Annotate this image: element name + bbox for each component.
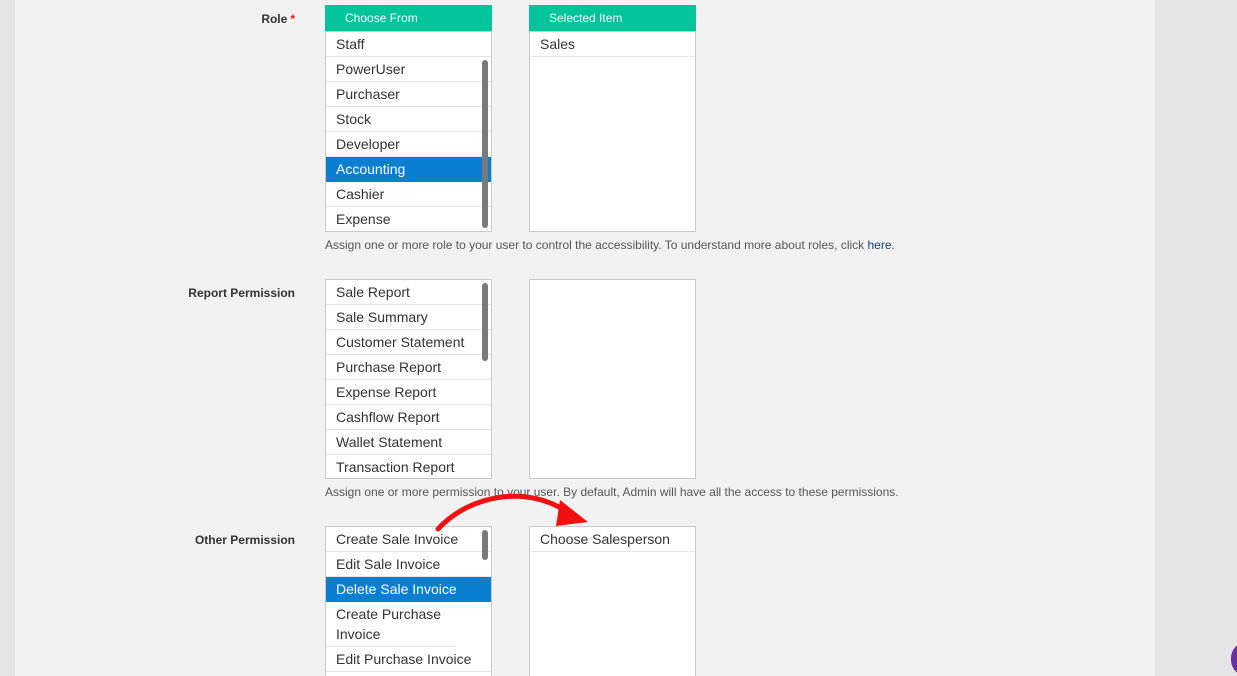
role-options-list[interactable]: Staff PowerUser Purchaser Stock Develope… [325, 31, 492, 232]
report-hint: Assign one or more permission to your us… [325, 485, 899, 499]
required-mark: * [290, 12, 295, 26]
role-hint: Assign one or more role to your user to … [325, 238, 895, 252]
list-item[interactable]: Cashflow Report [326, 405, 491, 430]
list-item[interactable]: Create Purchase Invoice [326, 602, 456, 647]
report-permission-label: Report Permission [188, 286, 295, 300]
other-selected-list[interactable]: Choose Salesperson [529, 526, 696, 676]
list-item[interactable]: Expense [326, 207, 491, 231]
list-item[interactable]: Sales [530, 32, 695, 57]
list-item-selected[interactable]: Accounting [326, 157, 491, 182]
list-item[interactable]: PowerUser [326, 57, 491, 82]
list-item[interactable]: Purchase Report [326, 355, 491, 380]
roles-help-link[interactable]: here [867, 238, 891, 252]
other-permission-label: Other Permission [194, 533, 295, 547]
list-item-selected[interactable]: Delete Sale Invoice [326, 577, 491, 602]
report-selected-list[interactable] [529, 279, 696, 479]
red-curved-arrow-icon [435, 493, 588, 532]
list-item[interactable]: Customer Statement [326, 330, 491, 355]
list-item[interactable]: Purchaser [326, 82, 491, 107]
selected-item-header: Selected Item [529, 5, 696, 32]
chat-widget-icon[interactable] [1231, 642, 1237, 676]
list-item[interactable]: Wallet Statement [326, 430, 491, 455]
report-options-list[interactable]: Sale Report Sale Summary Customer Statem… [325, 279, 492, 479]
list-item[interactable]: Sale Summary [326, 305, 491, 330]
scrollbar[interactable] [482, 530, 488, 560]
role-selected-list[interactable]: Sales [529, 31, 696, 232]
list-item[interactable]: Developer [326, 132, 491, 157]
role-label: Role * [261, 12, 295, 26]
list-item[interactable]: Cashier [326, 182, 491, 207]
choose-from-header: Choose From [325, 5, 492, 32]
list-item[interactable]: Sale Report [326, 280, 491, 305]
list-item[interactable]: Transaction Report [326, 455, 491, 478]
list-item[interactable]: Expense Report [326, 380, 491, 405]
list-item[interactable]: Edit Sale Invoice [326, 552, 491, 577]
scrollbar[interactable] [482, 60, 488, 228]
list-item[interactable]: Staff [326, 32, 491, 57]
other-options-list[interactable]: Create Sale Invoice Edit Sale Invoice De… [325, 526, 492, 676]
list-item[interactable]: Stock [326, 107, 491, 132]
scrollbar[interactable] [482, 283, 488, 361]
list-item[interactable]: Edit Purchase Invoice [326, 647, 491, 672]
